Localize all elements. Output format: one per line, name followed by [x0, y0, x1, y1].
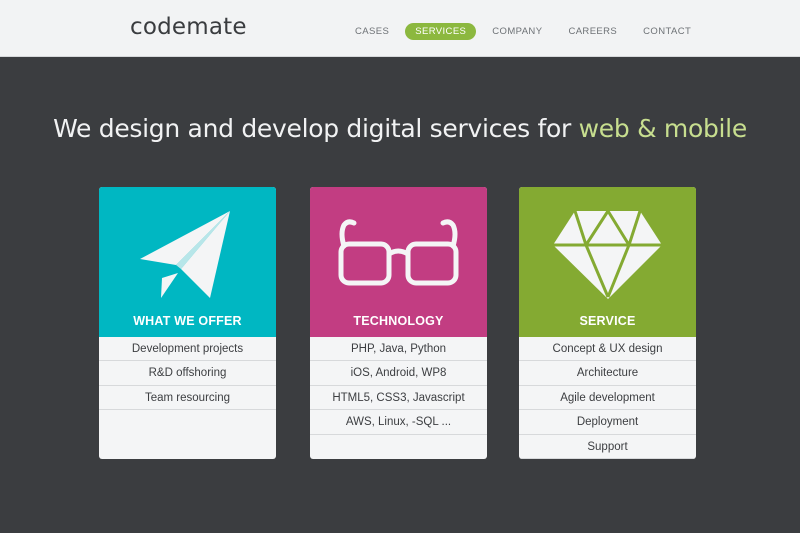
list-item[interactable]: Support — [519, 435, 696, 459]
card-header: WHAT WE OFFER — [99, 187, 276, 337]
main-nav: CASES SERVICES COMPANY CAREERS CONTACT — [345, 23, 707, 40]
hero-text: We design and develop digital services f… — [53, 114, 579, 143]
list-item[interactable]: iOS, Android, WP8 — [310, 361, 487, 386]
list-item[interactable]: Agile development — [519, 386, 696, 411]
card-header: TECHNOLOGY — [310, 187, 487, 337]
nav-contact[interactable]: CONTACT — [633, 23, 701, 40]
card-what-we-offer: WHAT WE OFFER Development projects R&D o… — [99, 187, 276, 459]
nav-services[interactable]: SERVICES — [405, 23, 477, 40]
list-item[interactable]: Deployment — [519, 410, 696, 435]
list-item[interactable]: Concept & UX design — [519, 337, 696, 362]
logo[interactable]: codemate — [130, 14, 247, 40]
card-title: SERVICE — [579, 314, 636, 328]
list-item[interactable]: R&D offshoring — [99, 361, 276, 386]
hero-accent-text: web & mobile — [578, 114, 748, 143]
nav-cases[interactable]: CASES — [345, 23, 399, 40]
nav-careers[interactable]: CAREERS — [558, 23, 627, 40]
diamond-icon — [553, 209, 662, 299]
card-service: SERVICE Concept & UX design Architecture… — [519, 187, 696, 459]
list-item[interactable]: AWS, Linux, -SQL ... — [310, 410, 487, 435]
card-technology: TECHNOLOGY PHP, Java, Python iOS, Androi… — [310, 187, 487, 459]
list-item[interactable]: HTML5, CSS3, Javascript — [310, 386, 487, 411]
list-item[interactable]: Team resourcing — [99, 386, 276, 411]
hero-heading: We design and develop digital services f… — [0, 114, 800, 143]
card-title: TECHNOLOGY — [353, 314, 444, 328]
glasses-icon — [338, 219, 459, 286]
top-navigation-bar: codemate CASES SERVICES COMPANY CAREERS … — [0, 0, 800, 57]
nav-company[interactable]: COMPANY — [482, 23, 552, 40]
card-title: WHAT WE OFFER — [133, 314, 242, 328]
card-header: SERVICE — [519, 187, 696, 337]
list-item[interactable]: Architecture — [519, 361, 696, 386]
list-item[interactable]: PHP, Java, Python — [310, 337, 487, 362]
paper-plane-icon — [140, 211, 230, 298]
list-item[interactable]: Development projects — [99, 337, 276, 362]
